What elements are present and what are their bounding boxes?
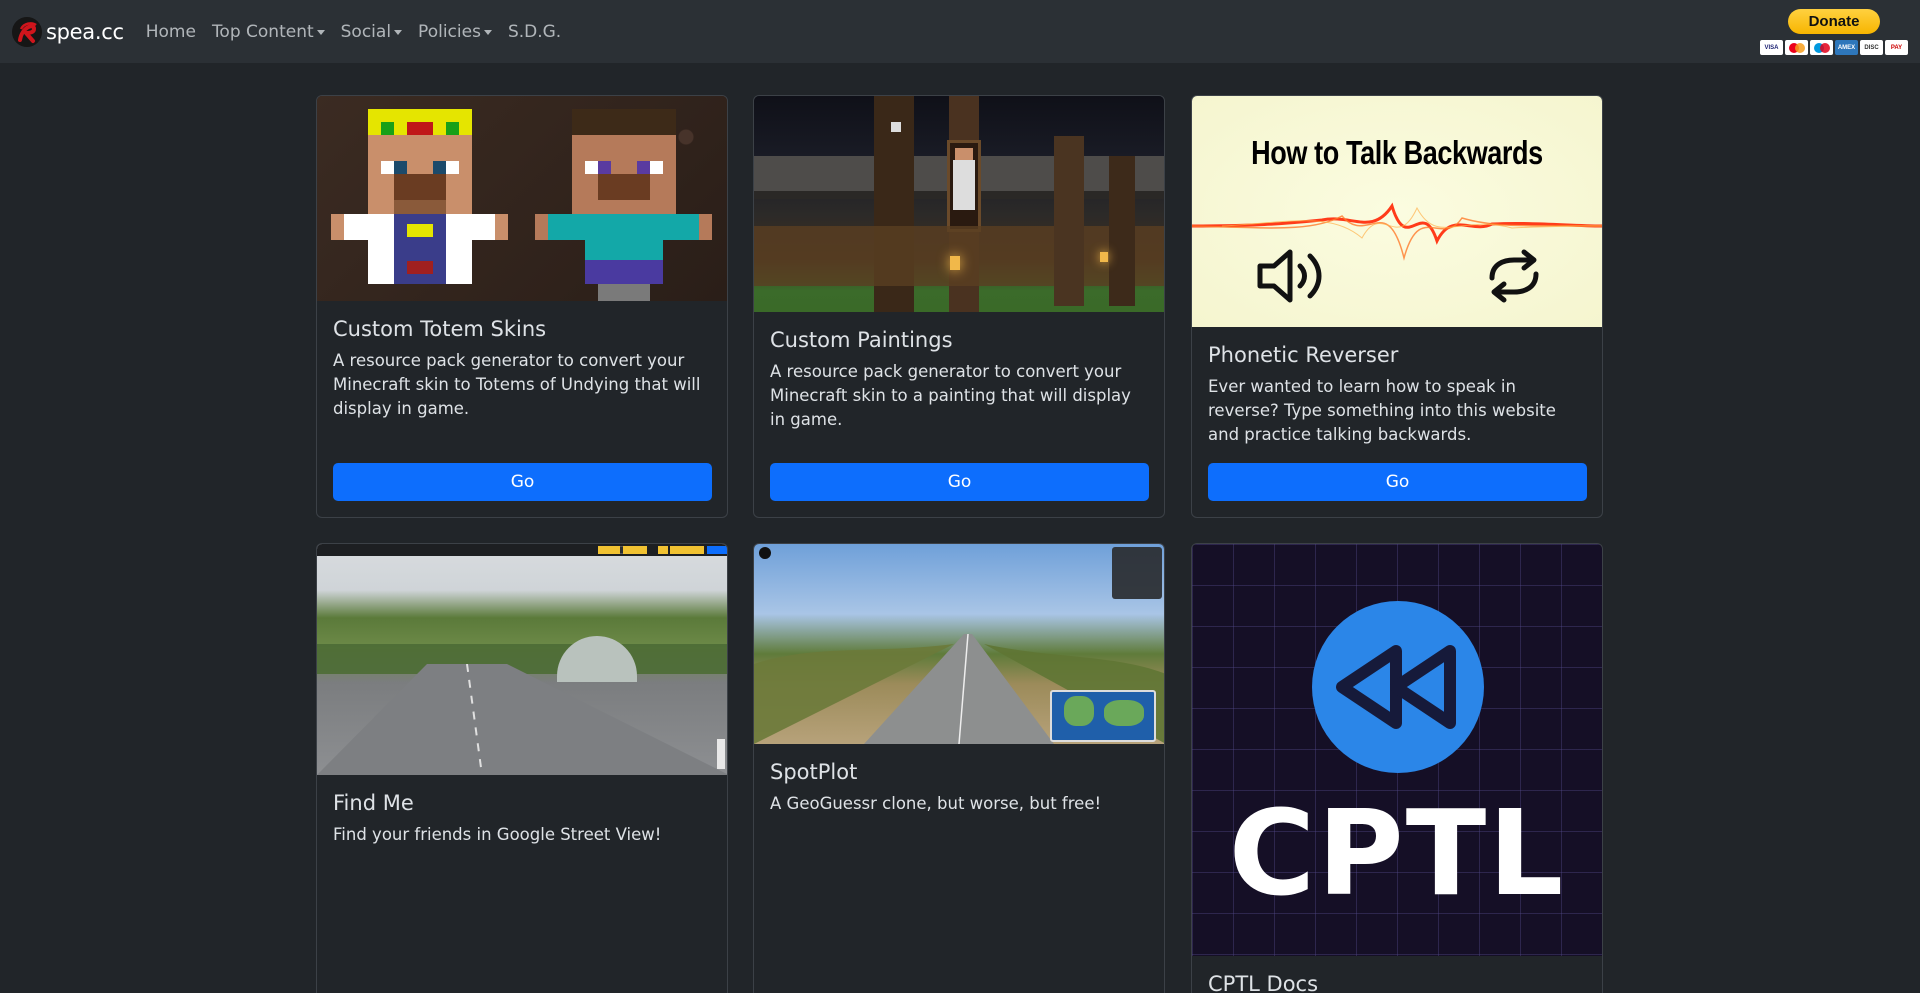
caret-down-icon: [316, 30, 325, 35]
card-body: Find Me Find your friends in Google Stre…: [317, 775, 727, 863]
card-phonetic-reverser: How to Talk Backwards Phonetic Reverser …: [1191, 95, 1603, 518]
card-title: CPTL Docs: [1208, 972, 1319, 993]
go-button[interactable]: Go: [333, 463, 712, 501]
card-description: Ever wanted to learn how to speak in rev…: [1208, 377, 1556, 444]
card-find-me: Find Me Find your friends in Google Stre…: [316, 543, 728, 993]
card-custom-totem-skins: Custom Totem Skins A resource pack gener…: [316, 95, 728, 518]
go-button[interactable]: Go: [1208, 463, 1587, 501]
cptl-docs-image: CPTL: [1192, 544, 1602, 956]
totem-skins-image: [317, 96, 727, 301]
top-navbar: spea.cc Home Top Content Social Policies…: [0, 0, 1920, 63]
payment-methods: VISA AMEX DISC PAY: [1760, 40, 1908, 55]
card-custom-paintings: Custom Paintings A resource pack generat…: [753, 95, 1165, 518]
card-title: SpotPlot: [770, 760, 858, 784]
nav-policies-dropdown[interactable]: Policies: [418, 22, 492, 42]
go-button[interactable]: Go: [770, 463, 1149, 501]
phonetic-reverser-image: How to Talk Backwards: [1192, 96, 1602, 327]
image-title: How to Talk Backwards: [1251, 134, 1543, 171]
card-title: Phonetic Reverser: [1208, 343, 1399, 367]
brand-link[interactable]: spea.cc: [12, 16, 124, 47]
card-body: SpotPlot A GeoGuessr clone, but worse, b…: [754, 744, 1164, 832]
donate-button[interactable]: Donate: [1788, 9, 1880, 34]
rewind-icon: [1312, 601, 1484, 773]
card-description: A resource pack generator to convert you…: [333, 351, 701, 418]
mastercard-icon: [1785, 40, 1808, 55]
spotplot-image: [754, 544, 1164, 744]
card-body: CPTL Docs: [1192, 956, 1602, 993]
visa-icon: VISA: [1760, 40, 1783, 55]
caret-down-icon: [483, 30, 492, 35]
brand-logo-icon: [12, 16, 42, 47]
card-description: Find your friends in Google Street View!: [333, 825, 662, 844]
card-body: Custom Paintings A resource pack generat…: [754, 312, 1164, 448]
card-description: A GeoGuessr clone, but worse, but free!: [770, 794, 1102, 813]
nav-sdg[interactable]: S.D.G.: [508, 22, 561, 42]
card-description: A resource pack generator to convert you…: [770, 362, 1131, 429]
card-title: Custom Totem Skins: [333, 317, 547, 341]
speaker-icon: [1257, 249, 1322, 303]
road-graphic: [317, 664, 727, 775]
card-spotplot: SpotPlot A GeoGuessr clone, but worse, b…: [753, 543, 1165, 993]
find-me-image: [317, 544, 727, 775]
card-title: Custom Paintings: [770, 328, 953, 352]
card-body: Custom Totem Skins A resource pack gener…: [317, 301, 727, 437]
card-cptl-docs: CPTL CPTL Docs: [1191, 543, 1603, 993]
nav-top-content-dropdown[interactable]: Top Content: [212, 22, 325, 42]
amex-icon: AMEX: [1835, 40, 1858, 55]
card-title: Find Me: [333, 791, 414, 815]
nav-home[interactable]: Home: [146, 22, 196, 42]
caret-down-icon: [394, 30, 403, 35]
card-body: Phonetic Reverser Ever wanted to learn h…: [1192, 327, 1602, 463]
nav-social-dropdown[interactable]: Social: [341, 22, 403, 42]
repeat-icon: [1489, 249, 1539, 303]
maestro-icon: [1810, 40, 1833, 55]
discover-icon: DISC: [1860, 40, 1883, 55]
payment-icon: PAY: [1885, 40, 1908, 55]
image-title: CPTL: [1228, 784, 1566, 922]
custom-paintings-image: [754, 96, 1164, 312]
brand-name: spea.cc: [46, 19, 124, 44]
